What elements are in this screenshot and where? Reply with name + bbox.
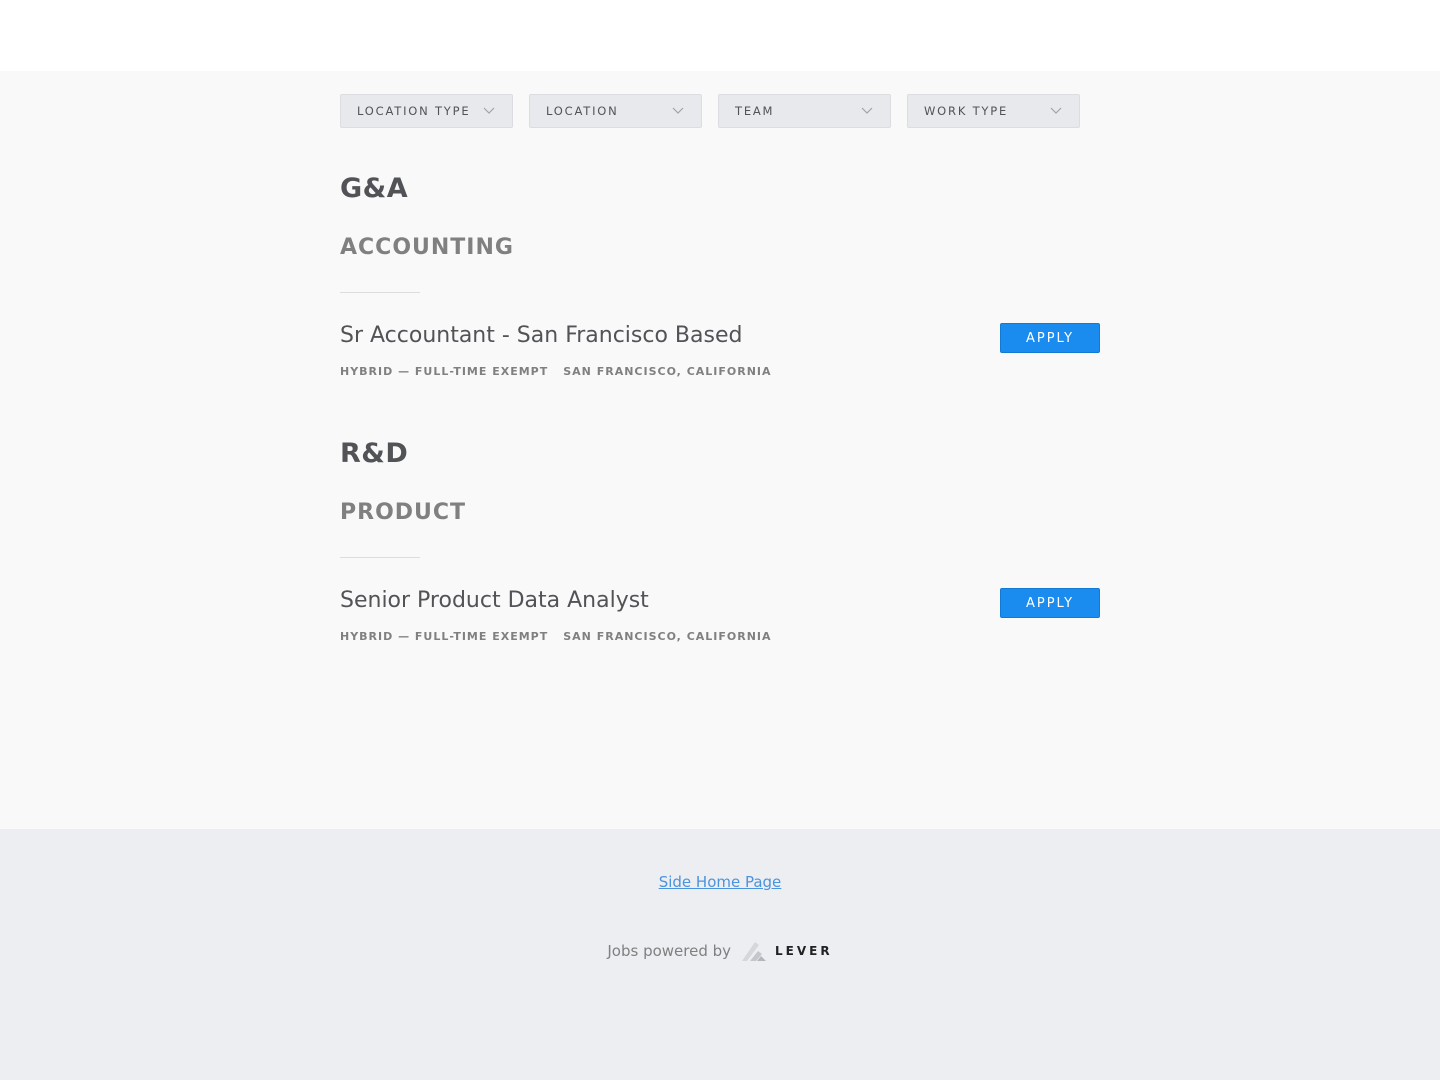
job-listings: LOCATION TYPE LOCATION TEAM WORK TYPE G&… xyxy=(340,71,1100,829)
department-title: G&A xyxy=(340,173,409,204)
filter-location-type[interactable]: LOCATION TYPE xyxy=(340,94,513,128)
chevron-down-icon xyxy=(483,107,495,114)
team-title: PRODUCT xyxy=(340,500,467,525)
job-posting[interactable]: Sr Accountant - San Francisco Based HYBR… xyxy=(340,320,1100,390)
chevron-down-icon xyxy=(861,107,873,114)
posting-meta: HYBRID — FULL-TIME EXEMPT SAN FRANCISCO,… xyxy=(340,365,772,378)
department-group: R&D PRODUCT Senior Product Data Analyst … xyxy=(340,438,1100,678)
top-header xyxy=(0,0,1440,71)
lever-logo[interactable]: LEVER xyxy=(741,939,833,963)
posting-location: SAN FRANCISCO, CALIFORNIA xyxy=(563,630,772,643)
apply-button[interactable]: APPLY xyxy=(1000,588,1100,618)
filter-bar: LOCATION TYPE LOCATION TEAM WORK TYPE xyxy=(340,94,1080,128)
department-title: R&D xyxy=(340,438,409,469)
footer: Side Home Page Jobs powered by LEVER xyxy=(0,829,1440,1080)
filter-work-type-label: WORK TYPE xyxy=(924,104,1009,118)
posting-title[interactable]: Sr Accountant - San Francisco Based xyxy=(340,322,742,350)
powered-by: Jobs powered by LEVER xyxy=(0,939,1440,963)
apply-button[interactable]: APPLY xyxy=(1000,323,1100,353)
lever-logo-icon xyxy=(742,942,767,961)
posting-commitment: HYBRID — FULL-TIME EXEMPT xyxy=(340,365,549,378)
team-title: ACCOUNTING xyxy=(340,235,514,260)
posting-commitment: HYBRID — FULL-TIME EXEMPT xyxy=(340,630,549,643)
department-group: G&A ACCOUNTING Sr Accountant - San Franc… xyxy=(340,173,1100,413)
chevron-down-icon xyxy=(1050,107,1062,114)
team-divider xyxy=(340,292,420,293)
filter-team[interactable]: TEAM xyxy=(718,94,891,128)
filter-team-label: TEAM xyxy=(735,104,775,118)
posting-title[interactable]: Senior Product Data Analyst xyxy=(340,587,649,615)
powered-by-text: Jobs powered by xyxy=(607,942,732,960)
posting-location: SAN FRANCISCO, CALIFORNIA xyxy=(563,365,772,378)
filter-location-label: LOCATION xyxy=(546,104,619,118)
job-posting[interactable]: Senior Product Data Analyst HYBRID — FUL… xyxy=(340,585,1100,655)
filter-location[interactable]: LOCATION xyxy=(529,94,702,128)
filter-work-type[interactable]: WORK TYPE xyxy=(907,94,1080,128)
filter-location-type-label: LOCATION TYPE xyxy=(357,104,471,118)
chevron-down-icon xyxy=(672,107,684,114)
home-page-link[interactable]: Side Home Page xyxy=(659,873,782,891)
lever-wordmark: LEVER xyxy=(775,944,833,958)
team-divider xyxy=(340,557,420,558)
posting-meta: HYBRID — FULL-TIME EXEMPT SAN FRANCISCO,… xyxy=(340,630,772,643)
home-link-wrapper: Side Home Page xyxy=(0,873,1440,891)
